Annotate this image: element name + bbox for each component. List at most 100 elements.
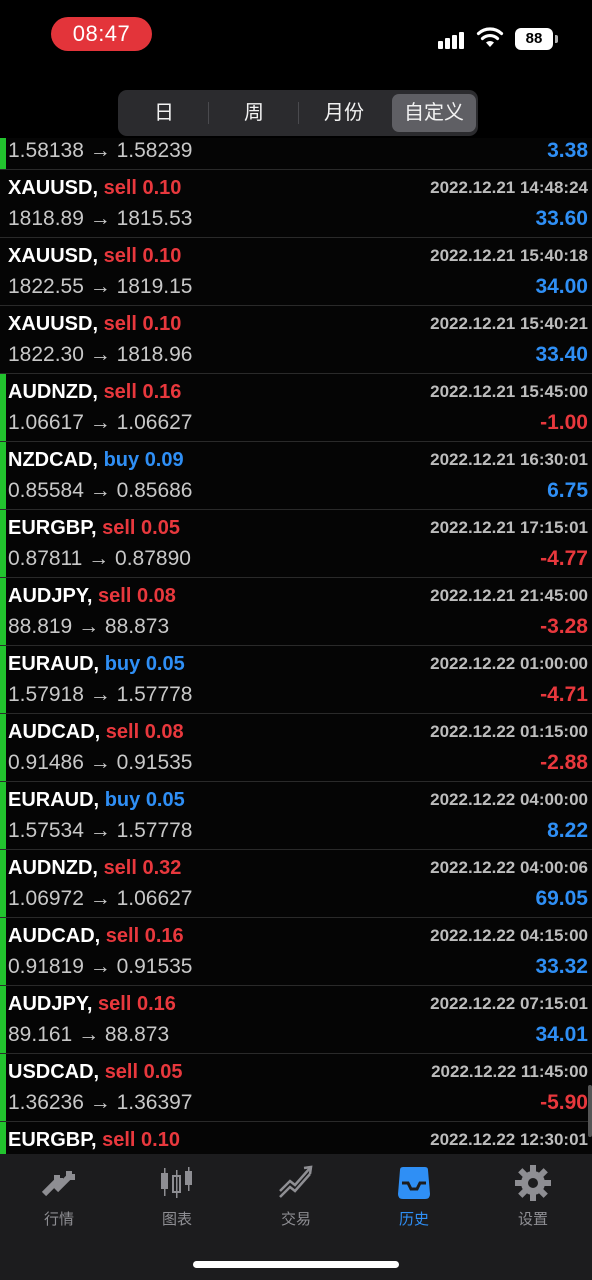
trade-volume: 0.10	[142, 313, 182, 335]
tab-label: 交易	[280, 1211, 311, 1228]
position-marker	[0, 510, 6, 577]
trade-row[interactable]: NZDCAD, buy 0.09 2022.12.21 16:30:01 0.855…	[0, 442, 592, 510]
trade-row[interactable]: EURGBP, sell 0.05 2022.12.21 17:15:01 0.87…	[0, 510, 592, 578]
trade-time: 2022.12.22 01:15:00	[430, 722, 588, 741]
trade-side: buy	[103, 449, 140, 471]
trade-profit: 69.05	[535, 887, 588, 910]
trade-time: 2022.12.21 14:48:24	[430, 178, 588, 197]
tab-charts[interactable]: 图表	[118, 1154, 236, 1234]
position-marker	[0, 714, 6, 781]
trade-side: sell	[105, 925, 140, 947]
tab-label: 设置	[517, 1211, 548, 1228]
trade-symbol-line: XAUUSD, sell 0.10	[8, 313, 181, 336]
position-marker	[0, 782, 6, 849]
trade-symbol: AUDNZD,	[8, 381, 98, 403]
trade-row[interactable]: AUDCAD, sell 0.16 2022.12.22 04:15:00 0.91…	[0, 918, 592, 986]
trade-time: 2022.12.21 15:45:00	[430, 382, 588, 401]
tab-trade[interactable]: 交易	[237, 1154, 355, 1234]
wifi-icon	[476, 27, 504, 47]
trade-side: buy	[104, 653, 141, 675]
segment-week[interactable]: 周	[212, 94, 296, 132]
trade-volume: 0.08	[144, 721, 184, 743]
position-marker	[0, 442, 6, 509]
trade-symbol: XAUUSD,	[8, 245, 99, 267]
trade-prices: 1.06617 → 1.06627	[8, 411, 193, 434]
trade-side: buy	[104, 789, 141, 811]
position-marker	[0, 1122, 6, 1154]
trade-row[interactable]: AUDJPY, sell 0.16 2022.12.22 07:15:01 89.1…	[0, 986, 592, 1054]
scrollbar[interactable]	[588, 1085, 592, 1137]
tab-quotes[interactable]: 行情	[0, 1154, 118, 1234]
trade-side: sell	[98, 585, 132, 607]
trade-row[interactable]: AUDNZD, sell 0.32 2022.12.22 04:00:06 1.06…	[0, 850, 592, 918]
trade-prices: 1.58138 → 1.58239	[8, 139, 193, 162]
trade-time: 2022.12.21 17:15:01	[430, 518, 588, 537]
trade-profit: -4.77	[540, 547, 588, 570]
status-time[interactable]: 08:47	[51, 17, 152, 51]
segment-month[interactable]: 月份	[302, 94, 386, 132]
trade-volume: 0.16	[144, 925, 184, 947]
tab-settings[interactable]: 设置	[474, 1154, 592, 1234]
position-marker	[0, 850, 6, 917]
trade-profit: 8.22	[547, 819, 588, 842]
trade-row[interactable]: AUDCAD, sell 0.08 2022.12.22 01:15:00 0.91…	[0, 714, 592, 782]
trade-row[interactable]: XAUUSD, sell 0.10 2022.12.21 15:40:18 1822…	[0, 238, 592, 306]
trade-symbol-line: XAUUSD, sell 0.10	[8, 245, 181, 268]
trade-symbol-line: XAUUSD, sell 0.10	[8, 177, 181, 200]
trade-volume: 0.32	[142, 857, 182, 879]
position-marker	[0, 918, 6, 985]
trade-row[interactable]: AUDNZD, sell 0.16 2022.12.21 15:45:00 1.06…	[0, 374, 592, 442]
trade-row[interactable]: EURGBP, sell 0.10 2022.12.22 12:30:01	[0, 1122, 592, 1154]
tab-history[interactable]: 历史	[355, 1154, 473, 1234]
trade-symbol: EURGBP,	[8, 1129, 97, 1151]
trade-profit: 34.01	[535, 1023, 588, 1046]
trade-symbol: EURAUD,	[8, 789, 100, 811]
trade-time: 2022.12.22 04:15:00	[430, 926, 588, 945]
position-marker	[0, 374, 6, 441]
trade-profit: -4.71	[540, 683, 588, 706]
trade-volume: 0.16	[136, 993, 176, 1015]
period-header: 日 周 月份 自定义	[0, 80, 592, 138]
trade-row[interactable]: USDCAD, sell 0.05 2022.12.22 11:45:00 1.36…	[0, 1054, 592, 1122]
trade-row[interactable]: AUDJPY, sell 0.08 2022.12.21 21:45:00 88.8…	[0, 578, 592, 646]
history-list[interactable]: 1.58138 → 1.58239 3.38 XAUUSD, sell 0.10 20…	[0, 138, 592, 1154]
trade-row[interactable]: 1.58138 → 1.58239 3.38	[0, 138, 592, 170]
trade-symbol-line: AUDCAD, sell 0.16	[8, 925, 184, 948]
trade-volume: 0.16	[142, 381, 182, 403]
segment-day[interactable]: 日	[122, 94, 206, 132]
trade-row[interactable]: EURAUD, buy 0.05 2022.12.22 04:00:00 1.575…	[0, 782, 592, 850]
trade-symbol: AUDJPY,	[8, 585, 93, 607]
trade-time: 2022.12.21 15:40:18	[430, 246, 588, 265]
trade-symbol-line: USDCAD, sell 0.05	[8, 1061, 183, 1084]
trade-side: sell	[102, 1129, 136, 1151]
trade-prices: 88.819 → 88.873	[8, 615, 170, 638]
trade-side: sell	[98, 993, 132, 1015]
segment-custom[interactable]: 自定义	[392, 94, 476, 132]
position-marker	[0, 986, 6, 1053]
trade-symbol: EURAUD,	[8, 653, 100, 675]
position-marker	[0, 646, 6, 713]
trade-trend-icon	[279, 1165, 313, 1198]
position-marker	[0, 578, 6, 645]
trade-side: sell	[104, 1061, 139, 1083]
trade-profit: 33.32	[535, 955, 588, 978]
trade-row[interactable]: XAUUSD, sell 0.10 2022.12.21 14:48:24 1818…	[0, 170, 592, 238]
trade-symbol-line: EURAUD, buy 0.05	[8, 789, 185, 812]
trade-symbol: AUDCAD,	[8, 721, 101, 743]
trade-symbol: AUDCAD,	[8, 925, 101, 947]
trade-prices: 89.161 → 88.873	[8, 1023, 170, 1046]
trade-prices: 1.06972 → 1.06627	[8, 887, 193, 910]
trade-symbol-line: EURGBP, sell 0.10	[8, 1129, 180, 1152]
trade-prices: 0.91486 → 0.91535	[8, 751, 193, 774]
trade-time: 2022.12.22 11:45:00	[431, 1062, 588, 1081]
trade-row[interactable]: EURAUD, buy 0.05 2022.12.22 01:00:00 1.579…	[0, 646, 592, 714]
segment-divider	[208, 102, 209, 124]
trade-time: 2022.12.21 15:40:21	[430, 314, 588, 333]
quotes-arrows-icon	[41, 1171, 75, 1197]
trade-symbol: XAUUSD,	[8, 177, 99, 199]
trade-row[interactable]: XAUUSD, sell 0.10 2022.12.21 15:40:21 1822…	[0, 306, 592, 374]
trade-side: sell	[103, 177, 137, 199]
trade-symbol: XAUUSD,	[8, 313, 99, 335]
trade-volume: 0.05	[143, 1061, 183, 1083]
home-indicator[interactable]	[193, 1261, 399, 1268]
